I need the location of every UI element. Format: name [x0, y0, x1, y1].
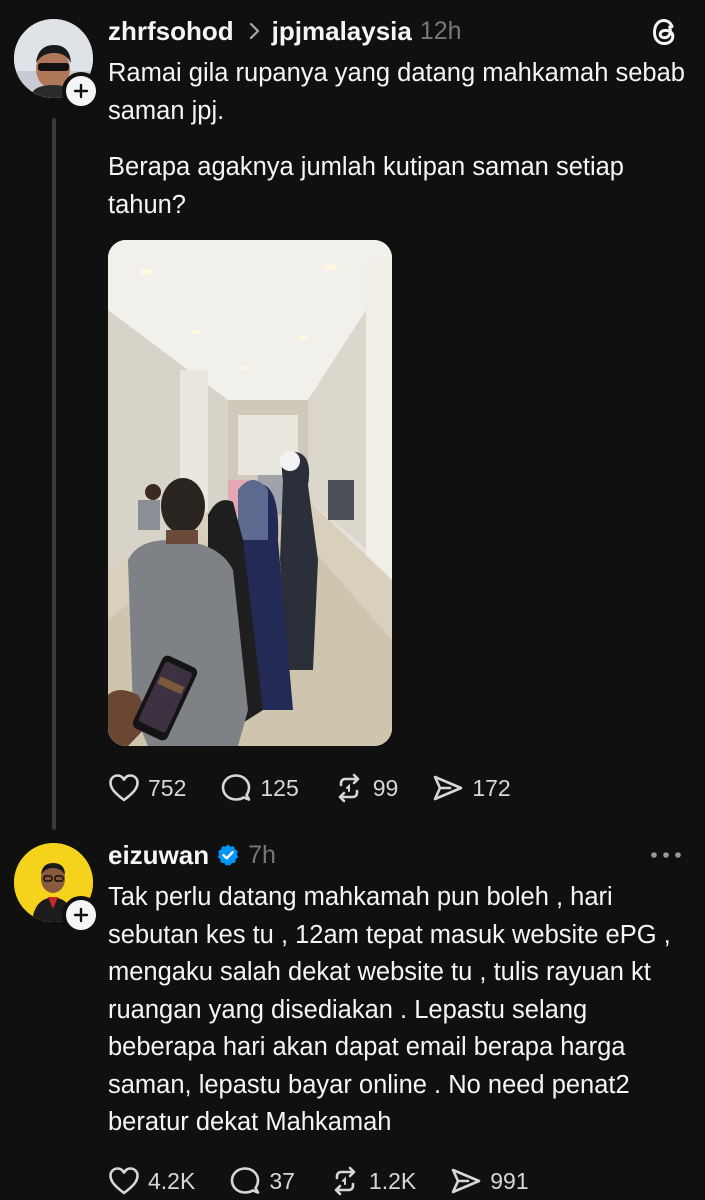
like-button[interactable]: 752: [108, 773, 186, 803]
like-button[interactable]: 4.2K: [108, 1166, 195, 1196]
username[interactable]: zhrfsohod: [108, 16, 234, 47]
plus-icon: [73, 83, 89, 99]
post-time: 7h: [248, 840, 276, 869]
replying-to-username[interactable]: jpjmalaysia: [272, 16, 412, 47]
post-image[interactable]: [108, 240, 392, 746]
share-button[interactable]: 172: [432, 773, 511, 803]
post-time: 12h: [419, 16, 462, 45]
courthouse-hallway-photo: [108, 240, 392, 746]
post-2-header: eizuwan 7h: [108, 838, 276, 872]
share-count: 991: [490, 1167, 529, 1194]
repost-icon: [338, 773, 360, 803]
share-count: 172: [472, 774, 511, 801]
plus-icon: [73, 907, 89, 923]
post-2-actions: 4.2K 37 1.2K 991: [108, 1166, 563, 1196]
post-2-text: Tak perlu datang mahkamah pun boleh , ha…: [108, 883, 671, 1136]
comment-bubble-icon: [222, 774, 251, 801]
like-count: 752: [148, 774, 187, 801]
repost-icon: [334, 1166, 356, 1196]
comment-button[interactable]: 37: [229, 1166, 295, 1196]
threads-logo-icon[interactable]: [650, 16, 680, 48]
repost-button[interactable]: 1.2K: [329, 1166, 416, 1196]
follow-button-eizuwan[interactable]: [62, 896, 100, 934]
comment-bubble-icon: [231, 1167, 260, 1194]
share-send-icon: [451, 1168, 481, 1194]
follow-button-zhrfsohod[interactable]: [62, 72, 100, 110]
repost-count: 1.2K: [368, 1167, 417, 1194]
chevron-right-icon: [249, 22, 259, 40]
username[interactable]: eizuwan: [108, 840, 209, 871]
verified-badge-icon: [217, 844, 239, 866]
post-1-header: zhrfsohod jpjmalaysia 12h: [108, 14, 462, 48]
share-send-icon: [434, 775, 463, 801]
share-button[interactable]: 991: [450, 1166, 529, 1196]
post-1-text-1: Ramai gila rupanya yang datang mahkamah …: [108, 59, 685, 125]
heart-icon: [109, 1167, 139, 1195]
thread-connector-line: [52, 118, 56, 830]
comment-button[interactable]: 125: [220, 773, 299, 803]
repost-button[interactable]: 99: [333, 773, 399, 803]
more-dots-icon[interactable]: [650, 850, 682, 860]
heart-icon: [109, 774, 139, 802]
repost-count: 99: [372, 774, 399, 801]
comment-count: 125: [260, 774, 299, 801]
post-1-actions: 752 125 99 172: [108, 773, 545, 803]
post-1-text-2: Berapa agaknya jumlah kutipan saman seti…: [108, 153, 624, 219]
like-count: 4.2K: [148, 1167, 196, 1194]
comment-count: 37: [269, 1167, 295, 1194]
